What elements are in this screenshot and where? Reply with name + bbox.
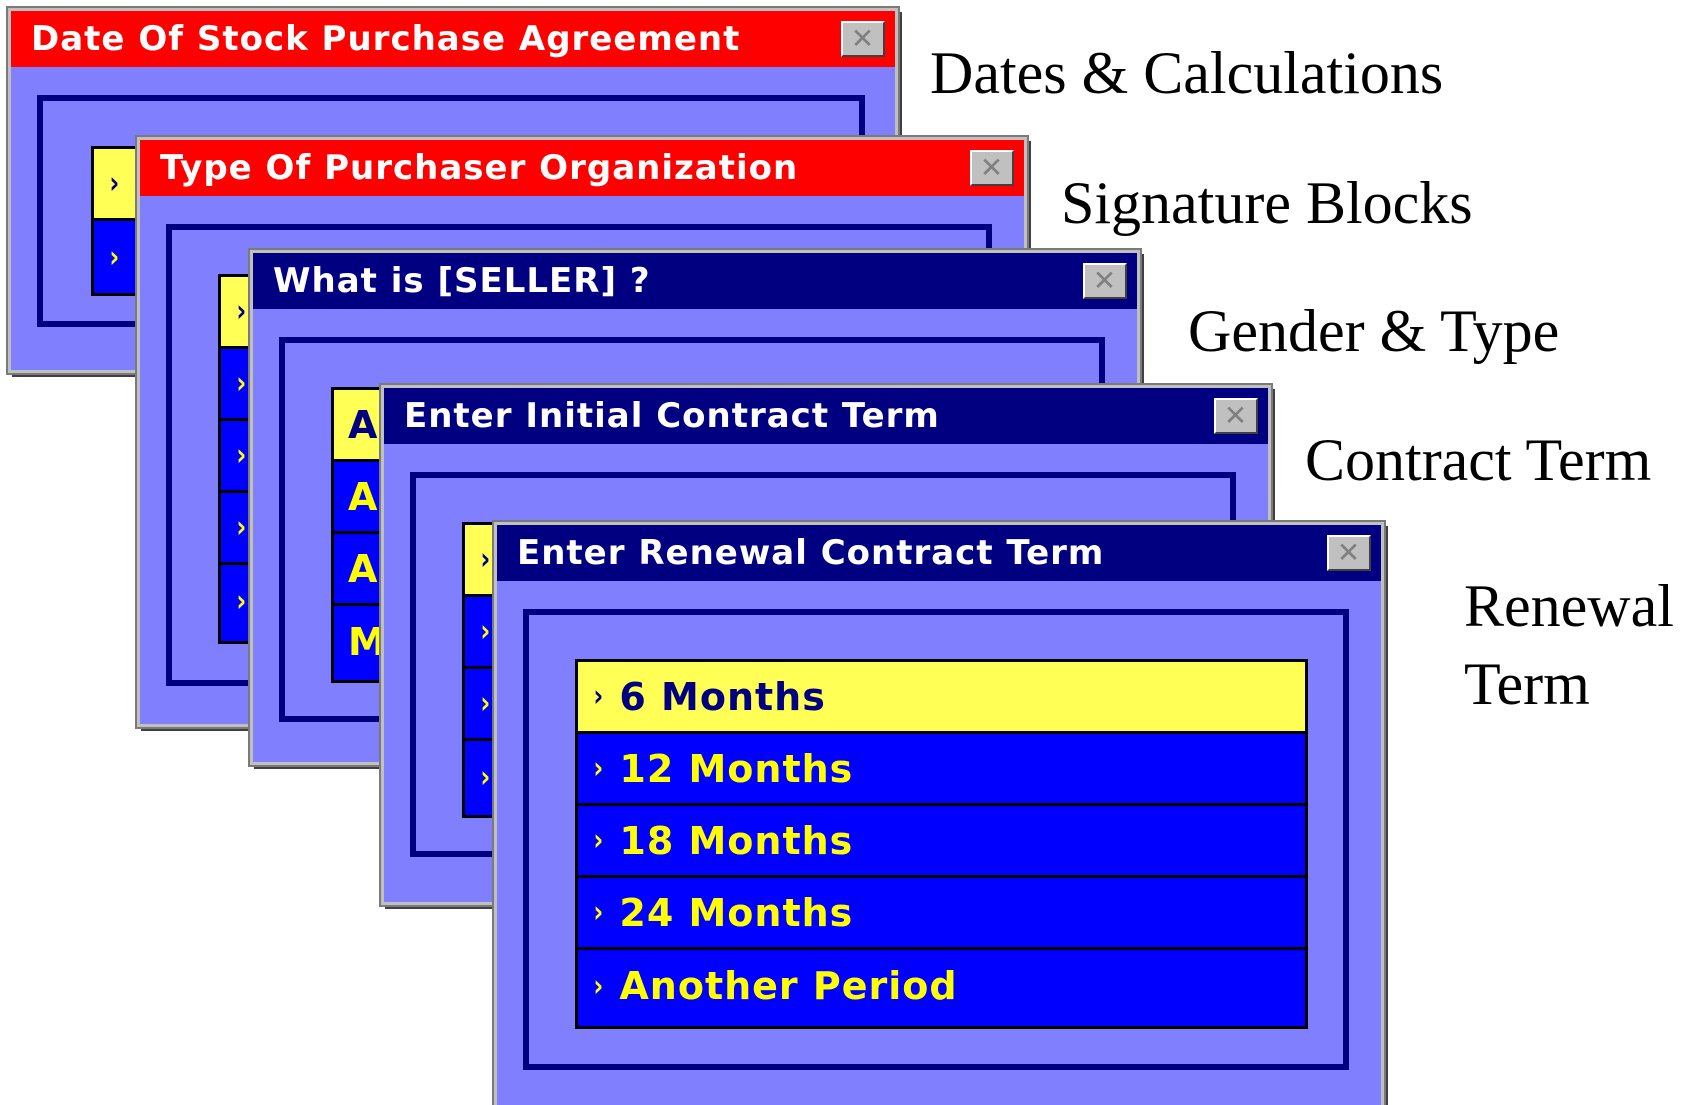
- option-label: 24 Months: [619, 890, 854, 935]
- chevron-right-icon: ›: [593, 895, 605, 930]
- dialog-titlebar[interactable]: Enter Renewal Contract Term ✕: [497, 525, 1381, 581]
- caption-term: Term: [1464, 651, 1590, 717]
- close-icon[interactable]: ✕: [1214, 398, 1258, 434]
- dialog-titlebar[interactable]: Enter Initial Contract Term ✕: [384, 388, 1268, 444]
- chevron-right-icon: ›: [593, 751, 605, 786]
- caption-contract-term: Contract Term: [1305, 427, 1652, 493]
- caption-signature-blocks: Signature Blocks: [1061, 170, 1473, 236]
- caption-dates-calculations: Dates & Calculations: [930, 40, 1444, 106]
- close-icon[interactable]: ✕: [970, 150, 1014, 186]
- caption-renewal: Renewal: [1464, 573, 1674, 639]
- chevron-right-icon: ›: [593, 968, 605, 1004]
- dialog-title: Enter Renewal Contract Term: [517, 533, 1105, 573]
- close-icon[interactable]: ✕: [1083, 263, 1127, 299]
- dialog-title: Enter Initial Contract Term: [404, 396, 940, 436]
- chevron-right-icon: ›: [236, 366, 248, 401]
- option-label: 18 Months: [619, 818, 854, 863]
- dialog-titlebar[interactable]: What is [SELLER] ? ✕: [253, 253, 1137, 309]
- close-icon[interactable]: ✕: [1327, 535, 1371, 571]
- chevron-right-icon: ›: [593, 679, 605, 714]
- dialog-titlebar[interactable]: Date Of Stock Purchase Agreement ✕: [11, 11, 895, 67]
- chevron-right-icon: ›: [480, 759, 492, 795]
- chevron-right-icon: ›: [236, 294, 248, 329]
- option-18-months[interactable]: › 18 Months: [578, 806, 1305, 878]
- dialog-renewal-contract-term: Enter Renewal Contract Term ✕ › 6 Months …: [492, 520, 1386, 1105]
- option-24-months[interactable]: › 24 Months: [578, 878, 1305, 950]
- chevron-right-icon: ›: [480, 614, 492, 649]
- option-another-period[interactable]: › Another Period: [578, 950, 1305, 1022]
- option-label: Another Period: [619, 964, 958, 1008]
- chevron-right-icon: ›: [236, 438, 248, 473]
- dialog-titlebar[interactable]: Type Of Purchaser Organization ✕: [140, 140, 1024, 196]
- chevron-right-icon: ›: [236, 583, 248, 619]
- dialog-title: Date Of Stock Purchase Agreement: [31, 19, 741, 59]
- chevron-right-icon: ›: [480, 542, 492, 577]
- dialog-title: What is [SELLER] ?: [273, 261, 651, 301]
- option-list: › 6 Months › 12 Months › 18 Months › 24 Mont…: [575, 659, 1308, 1029]
- dialog-title: Type Of Purchaser Organization: [160, 148, 799, 188]
- caption-gender-type: Gender & Type: [1188, 298, 1560, 364]
- chevron-right-icon: ›: [109, 239, 121, 275]
- option-6-months[interactable]: › 6 Months: [578, 662, 1305, 734]
- option-label: 12 Months: [619, 746, 854, 791]
- chevron-right-icon: ›: [236, 510, 248, 545]
- option-12-months[interactable]: › 12 Months: [578, 734, 1305, 806]
- chevron-right-icon: ›: [480, 686, 492, 721]
- option-label: 6 Months: [619, 674, 826, 719]
- chevron-right-icon: ›: [593, 823, 605, 858]
- chevron-right-icon: ›: [109, 166, 121, 201]
- close-icon[interactable]: ✕: [841, 21, 885, 57]
